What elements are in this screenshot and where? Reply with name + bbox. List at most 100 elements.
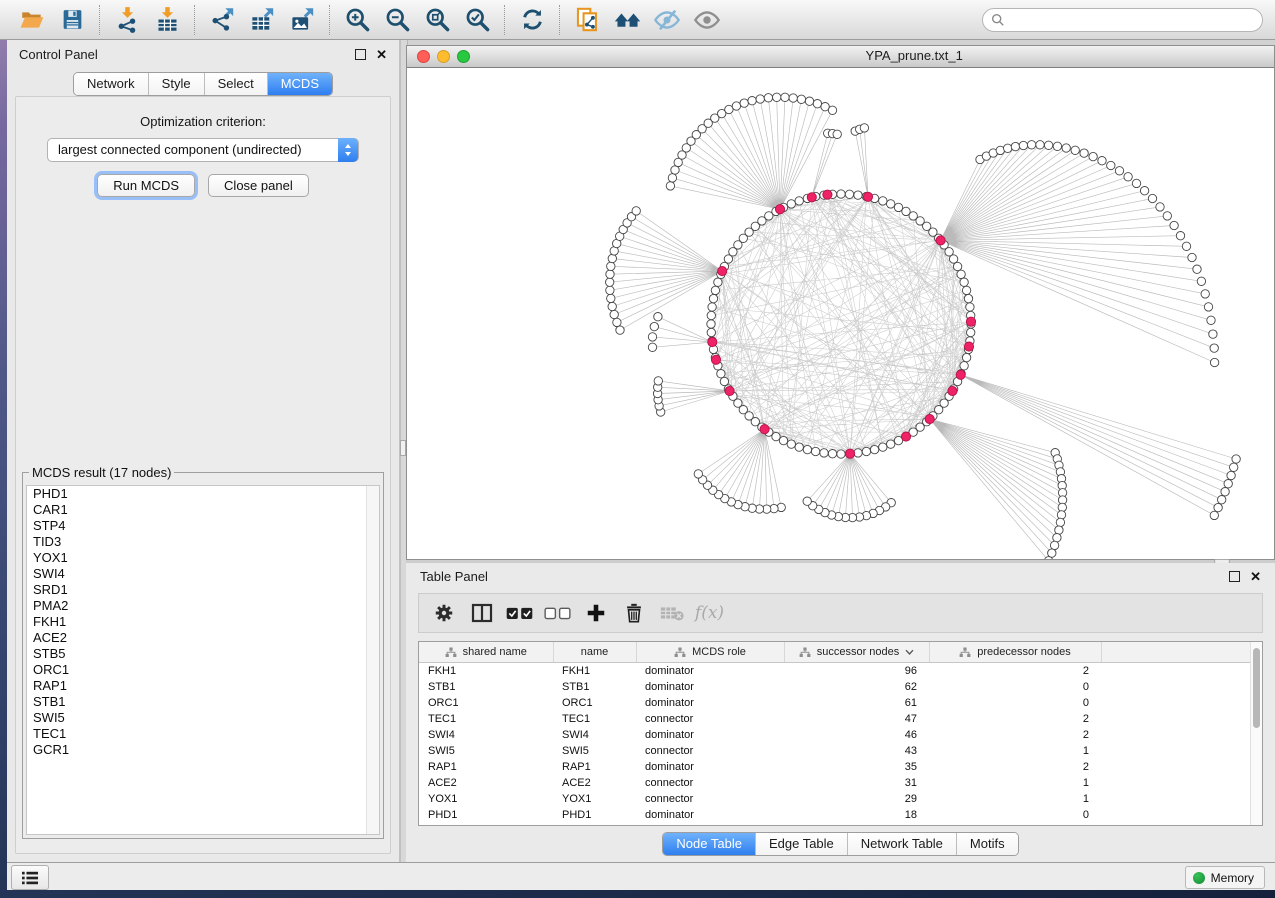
graph-leaf-node[interactable]	[654, 377, 662, 385]
maximize-window-icon[interactable]	[457, 50, 470, 63]
graph-leaf-node[interactable]	[1188, 253, 1196, 261]
tab-style[interactable]: Style	[148, 73, 204, 95]
graph-node[interactable]	[887, 200, 895, 208]
graph-mcds-node[interactable]	[925, 415, 934, 424]
graph-leaf-node[interactable]	[1053, 534, 1061, 542]
graph-leaf-node[interactable]	[606, 270, 614, 278]
tab-motifs[interactable]: Motifs	[956, 833, 1018, 855]
zoom-in-button[interactable]	[337, 3, 377, 37]
graph-leaf-node[interactable]	[1218, 496, 1226, 504]
graph-mcds-node[interactable]	[901, 432, 910, 441]
graph-leaf-node[interactable]	[1124, 173, 1132, 181]
table-row[interactable]: ORC1ORC1dominator610	[419, 695, 1262, 711]
table-row[interactable]: ACE2ACE2connector311	[419, 775, 1262, 791]
graph-node[interactable]	[828, 450, 836, 458]
graph-node[interactable]	[820, 449, 828, 457]
graph-leaf-node[interactable]	[607, 262, 615, 270]
col-name[interactable]: name	[553, 642, 636, 663]
graph-leaf-node[interactable]	[1019, 141, 1027, 149]
add-column-button[interactable]	[581, 599, 610, 627]
save-session-button[interactable]	[52, 3, 92, 37]
graph-node[interactable]	[960, 278, 968, 286]
mcds-result-item[interactable]: CAR1	[27, 502, 379, 518]
graph-node[interactable]	[811, 447, 819, 455]
graph-leaf-node[interactable]	[1182, 242, 1190, 250]
table-scrollbar-thumb[interactable]	[1253, 648, 1260, 728]
graph-node[interactable]	[862, 447, 870, 455]
graph-node[interactable]	[709, 294, 717, 302]
graph-leaf-node[interactable]	[1176, 232, 1184, 240]
graph-node[interactable]	[720, 377, 728, 385]
graph-node[interactable]	[707, 320, 715, 328]
graph-leaf-node[interactable]	[1044, 141, 1052, 149]
graph-node[interactable]	[962, 353, 970, 361]
network-window-titlebar[interactable]: YPA_prune.txt_1	[407, 46, 1274, 68]
mcds-result-item[interactable]: GCR1	[27, 742, 379, 758]
close-panel-button[interactable]: Close panel	[208, 174, 309, 197]
zoom-selected-button[interactable]	[457, 3, 497, 37]
graph-leaf-node[interactable]	[607, 294, 615, 302]
graph-node[interactable]	[795, 443, 803, 451]
mcds-result-item[interactable]: PMA2	[27, 598, 379, 614]
graph-leaf-node[interactable]	[671, 166, 679, 174]
graph-node[interactable]	[962, 286, 970, 294]
table-row[interactable]: SWI5SWI5connector431	[419, 743, 1262, 759]
graph-leaf-node[interactable]	[756, 95, 764, 103]
graph-leaf-node[interactable]	[608, 302, 616, 310]
close-panel-icon[interactable]: ✕	[376, 50, 387, 59]
mcds-result-item[interactable]: RAP1	[27, 678, 379, 694]
graph-leaf-node[interactable]	[1232, 455, 1240, 463]
graph-leaf-node[interactable]	[1210, 511, 1218, 519]
tab-node-table[interactable]: Node Table	[663, 833, 755, 855]
table-row[interactable]: FKH1FKH1dominator962	[419, 663, 1262, 680]
graph-node[interactable]	[953, 262, 961, 270]
graph-leaf-node[interactable]	[1115, 167, 1123, 175]
graph-leaf-node[interactable]	[789, 94, 797, 102]
graph-leaf-node[interactable]	[1227, 471, 1235, 479]
graph-leaf-node[interactable]	[1210, 344, 1218, 352]
graph-leaf-node[interactable]	[1224, 480, 1232, 488]
graph-leaf-node[interactable]	[1193, 265, 1201, 273]
graph-leaf-node[interactable]	[632, 207, 640, 215]
table-row[interactable]: SWI4SWI4dominator462	[419, 727, 1262, 743]
graph-leaf-node[interactable]	[740, 99, 748, 107]
graph-mcds-node[interactable]	[948, 386, 957, 395]
graph-leaf-node[interactable]	[648, 333, 656, 341]
graph-leaf-node[interactable]	[1107, 161, 1115, 169]
graph-mcds-node[interactable]	[718, 267, 727, 276]
graph-leaf-node[interactable]	[1027, 141, 1035, 149]
zoom-fit-button[interactable]	[417, 3, 457, 37]
graph-leaf-node[interactable]	[1004, 144, 1012, 152]
graph-node[interactable]	[967, 328, 975, 336]
new-network-from-selection-button[interactable]	[567, 3, 607, 37]
graph-node[interactable]	[707, 311, 715, 319]
graph-node[interactable]	[960, 362, 968, 370]
table-row[interactable]: PHD1PHD1dominator180	[419, 807, 1262, 823]
close-window-icon[interactable]	[417, 50, 430, 63]
graph-mcds-node[interactable]	[807, 193, 816, 202]
graph-leaf-node[interactable]	[1036, 141, 1044, 149]
graph-node[interactable]	[845, 190, 853, 198]
graph-node[interactable]	[949, 255, 957, 263]
table-row[interactable]: TEC1TEC1connector472	[419, 711, 1262, 727]
graph-node[interactable]	[964, 294, 972, 302]
graph-mcds-node[interactable]	[775, 205, 784, 214]
graph-node[interactable]	[711, 286, 719, 294]
col-predecessor-nodes[interactable]: predecessor nodes	[929, 642, 1101, 663]
export-image-button[interactable]	[282, 3, 322, 37]
tab-select[interactable]: Select	[204, 73, 267, 95]
table-row[interactable]: YOX1YOX1connector291	[419, 791, 1262, 807]
graph-node[interactable]	[879, 197, 887, 205]
graph-node[interactable]	[854, 191, 862, 199]
graph-node[interactable]	[779, 436, 787, 444]
export-table-button[interactable]	[242, 3, 282, 37]
graph-leaf-node[interactable]	[1055, 526, 1063, 534]
graph-leaf-node[interactable]	[606, 278, 614, 286]
graph-node[interactable]	[714, 278, 722, 286]
graph-mcds-node[interactable]	[846, 449, 855, 458]
graph-mcds-node[interactable]	[823, 190, 832, 199]
show-all-button[interactable]	[687, 3, 727, 37]
graph-leaf-node[interactable]	[650, 322, 658, 330]
graph-leaf-node[interactable]	[828, 106, 836, 114]
graph-leaf-node[interactable]	[860, 124, 868, 132]
